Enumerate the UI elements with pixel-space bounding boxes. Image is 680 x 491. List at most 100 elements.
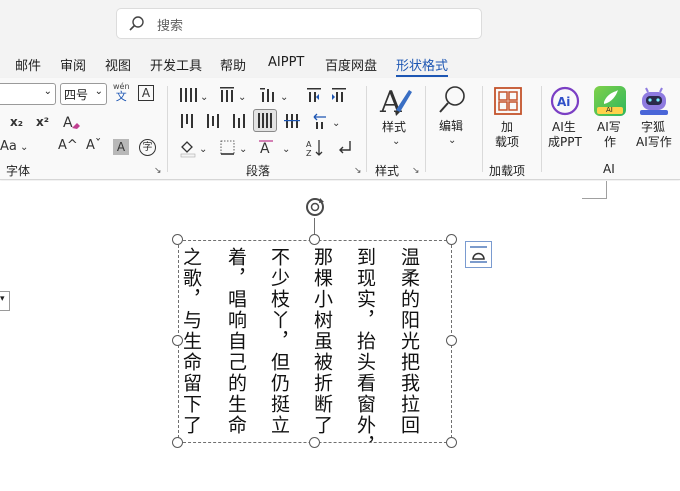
rotate-handle[interactable] bbox=[304, 196, 326, 218]
svg-text:⌄: ⌄ bbox=[200, 92, 208, 103]
magnifier-icon bbox=[439, 86, 465, 113]
multilevel-list-icon: ⌄ bbox=[260, 88, 288, 103]
tab-mailings[interactable]: 邮件 bbox=[15, 55, 41, 74]
zihu-label-line1: 字狐 bbox=[641, 120, 666, 134]
group-separator bbox=[167, 86, 168, 172]
eraser-a-icon: A bbox=[63, 115, 80, 131]
title-bar: 搜索 bbox=[0, 0, 680, 48]
asian-layout-button[interactable]: A ⌄ bbox=[258, 138, 294, 163]
font-size-value: 四号 bbox=[64, 88, 89, 102]
show-marks-button[interactable] bbox=[336, 138, 354, 163]
character-shading-button[interactable]: A bbox=[113, 139, 129, 155]
align-top-button[interactable] bbox=[178, 112, 196, 135]
align-middle-button[interactable] bbox=[204, 112, 222, 135]
font-name-combo[interactable]: ⌄ bbox=[0, 83, 56, 105]
borders-icon: ⌄ bbox=[220, 140, 247, 155]
text-direction-icon: ⌄ bbox=[313, 113, 340, 129]
paragraph-dialog-launcher-icon[interactable]: ↘ bbox=[354, 166, 362, 176]
decrease-indent-button[interactable] bbox=[305, 86, 323, 109]
svg-text:Z: Z bbox=[306, 149, 312, 158]
left-dropdown-fragment[interactable]: ▾ bbox=[0, 291, 10, 311]
tab-developer[interactable]: 开发工具 bbox=[150, 55, 202, 74]
editing-label: 编辑 bbox=[439, 119, 464, 133]
text-direction-button[interactable]: ⌄ bbox=[312, 112, 342, 135]
asian-layout-icon: A ⌄ bbox=[259, 140, 290, 157]
svg-text:⌄: ⌄ bbox=[332, 118, 340, 129]
styles-dialog-launcher-icon[interactable]: ↘ bbox=[412, 166, 420, 176]
search-box[interactable]: 搜索 bbox=[116, 8, 482, 39]
clear-formatting-button[interactable]: A bbox=[62, 112, 82, 137]
addins-label-line1: 加 bbox=[501, 120, 514, 134]
font-size-combo[interactable]: 四号 ⌄ bbox=[60, 83, 107, 105]
svg-text:A: A bbox=[63, 115, 73, 131]
bullets-button[interactable]: ⌄ bbox=[178, 86, 208, 109]
active-tab-underline bbox=[396, 75, 448, 77]
increase-indent-button[interactable] bbox=[330, 86, 348, 109]
tab-aippt[interactable]: AIPPT bbox=[268, 55, 304, 70]
chevron-down-icon: ⌄ bbox=[392, 136, 401, 147]
text-column-6: 之歌，与生命留下了 bbox=[180, 247, 202, 436]
distributed-button[interactable] bbox=[283, 112, 301, 135]
ribbon: ⌄ 四号 ⌄ wén 文 A x₂ x² A Aa ⌄ A^ Aˇ A 字 字体… bbox=[0, 78, 680, 180]
addins-button[interactable] bbox=[493, 86, 523, 121]
ai-ppt-button[interactable]: Ai bbox=[550, 86, 580, 121]
styles-button[interactable]: A bbox=[378, 84, 414, 123]
resize-handle-bottom-right[interactable] bbox=[446, 437, 457, 448]
align-bottom-button[interactable] bbox=[230, 112, 248, 135]
sort-button[interactable]: A Z bbox=[305, 138, 327, 163]
vertical-text-box[interactable]: 温柔的阳光把我拉回 到现实，抬头看窗外， 那棵小树虽被折断了 不少枝丫，但仍挺立… bbox=[178, 240, 452, 443]
subscript-button[interactable]: x₂ bbox=[10, 114, 23, 130]
ai-ppt-label-line1: AI生 bbox=[552, 120, 576, 134]
addins-grid-icon bbox=[494, 87, 522, 115]
numbering-button[interactable]: ⌄ bbox=[218, 86, 248, 109]
tab-review[interactable]: 审阅 bbox=[60, 55, 86, 74]
paragraph-group-label: 段落 bbox=[246, 164, 271, 178]
tab-view[interactable]: 视图 bbox=[105, 55, 131, 74]
resize-handle-left[interactable] bbox=[172, 335, 183, 346]
group-separator bbox=[541, 86, 542, 172]
zihu-ai-write-button[interactable] bbox=[638, 86, 670, 121]
phonetic-guide-button[interactable]: wén 文 bbox=[113, 82, 130, 102]
chevron-down-icon: ⌄ bbox=[94, 86, 103, 97]
distributed-icon bbox=[284, 114, 300, 128]
tab-shape-format[interactable]: 形状格式 bbox=[396, 55, 448, 74]
shrink-font-button[interactable]: Aˇ bbox=[86, 138, 101, 154]
change-case-button[interactable]: Aa ⌄ bbox=[0, 139, 28, 156]
font-dialog-launcher-icon[interactable]: ↘ bbox=[154, 166, 162, 176]
ai-ppt-logo-icon: Ai bbox=[550, 86, 580, 116]
grow-font-button[interactable]: A^ bbox=[58, 138, 78, 154]
increase-indent-icon bbox=[332, 88, 346, 102]
layout-options-button[interactable] bbox=[465, 241, 492, 268]
ai-write-button[interactable]: AI bbox=[594, 86, 626, 116]
editing-button[interactable] bbox=[437, 84, 469, 121]
align-bottom-icon bbox=[233, 114, 245, 128]
shading-button[interactable]: ⌄ bbox=[178, 138, 208, 163]
sort-az-icon: A Z bbox=[306, 140, 323, 158]
phonetic-bottom: 文 bbox=[115, 90, 127, 103]
tab-baidu-netdisk[interactable]: 百度网盘 bbox=[325, 55, 377, 74]
align-middle-icon bbox=[207, 114, 219, 128]
superscript-button[interactable]: x² bbox=[36, 114, 49, 130]
text-column-4: 不少枝丫，但仍挺立 bbox=[268, 247, 290, 436]
justify-button[interactable] bbox=[253, 109, 277, 132]
resize-handle-top[interactable] bbox=[309, 234, 320, 245]
resize-handle-top-right[interactable] bbox=[446, 234, 457, 245]
resize-handle-right[interactable] bbox=[446, 335, 457, 346]
layout-options-icon bbox=[470, 246, 487, 263]
bullet-list-icon: ⌄ bbox=[180, 88, 208, 103]
justify-icon bbox=[258, 113, 272, 128]
svg-text:A: A bbox=[260, 141, 270, 157]
enclose-characters-button[interactable]: 字 bbox=[139, 139, 156, 156]
character-border-button[interactable]: A bbox=[138, 85, 154, 101]
decrease-indent-icon bbox=[307, 88, 321, 102]
ai-write-badge: AI bbox=[606, 106, 613, 114]
borders-button[interactable]: ⌄ bbox=[218, 138, 248, 163]
resize-handle-top-left[interactable] bbox=[172, 234, 183, 245]
multilevel-list-button[interactable]: ⌄ bbox=[258, 86, 292, 109]
resize-handle-bottom[interactable] bbox=[309, 437, 320, 448]
svg-text:⌄: ⌄ bbox=[199, 144, 207, 155]
resize-handle-bottom-left[interactable] bbox=[172, 437, 183, 448]
tab-help[interactable]: 帮助 bbox=[220, 55, 246, 74]
zihu-label-line2: AI写作 bbox=[636, 135, 672, 149]
addins-label-line2: 载项 bbox=[495, 135, 520, 149]
